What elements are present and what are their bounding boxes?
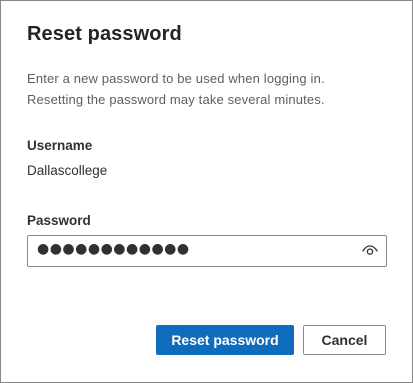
username-value: Dallascollege (27, 163, 108, 178)
password-label: Password (27, 213, 91, 228)
dialog-description: Enter a new password to be used when log… (27, 68, 387, 110)
username-label: Username (27, 138, 93, 153)
description-line-1: Enter a new password to be used when log… (27, 71, 325, 86)
password-masked-value: ●●●●●●●●●●●● (37, 241, 190, 257)
reset-password-dialog: Reset password Enter a new password to b… (0, 0, 413, 383)
cancel-button[interactable]: Cancel (303, 325, 386, 355)
eye-icon[interactable] (360, 242, 380, 260)
reset-password-button[interactable]: Reset password (156, 325, 294, 355)
password-field[interactable]: ●●●●●●●●●●●● (27, 235, 387, 267)
dialog-title: Reset password (27, 23, 182, 45)
description-line-2: Resetting the password may take several … (27, 92, 325, 107)
